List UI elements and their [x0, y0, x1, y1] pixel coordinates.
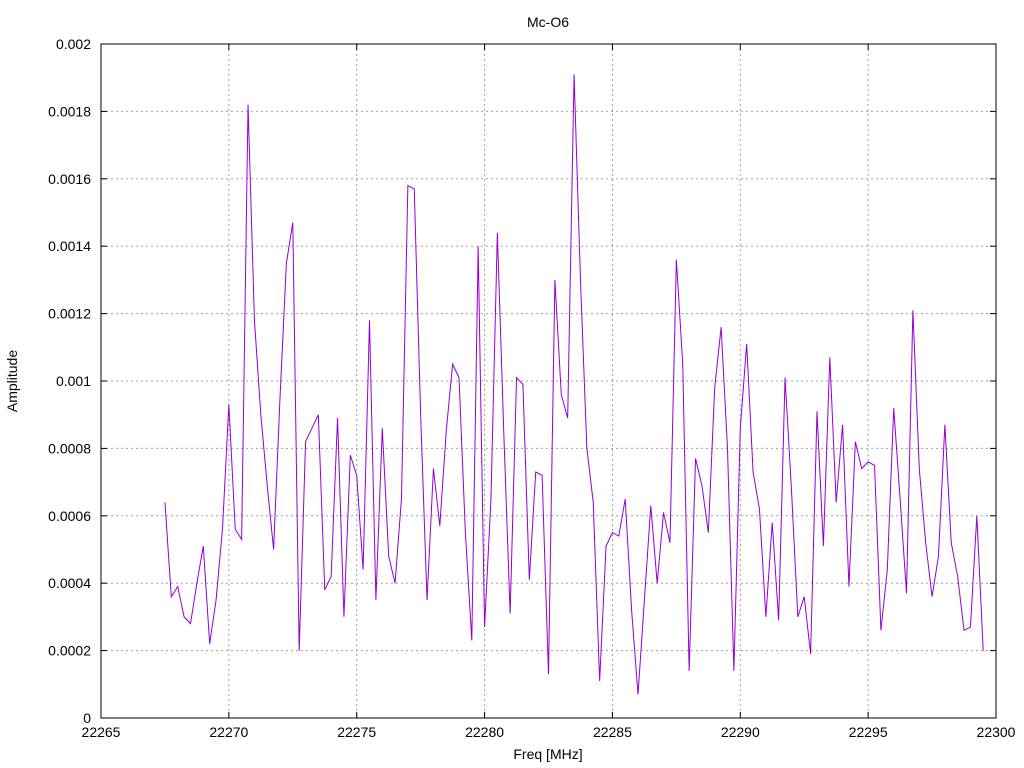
y-tick-label: 0.0018: [48, 103, 91, 119]
y-tick-label: 0.002: [56, 36, 91, 52]
x-tick-label: 22295: [849, 724, 888, 740]
x-axis-label: Freq [MHz]: [513, 746, 582, 762]
grid-lines: [101, 44, 996, 718]
y-tick-label: 0.0008: [48, 440, 91, 456]
line-chart: 22265 22270 22275 22280 22285 22290 22295 22300…: [4, 14, 1016, 762]
y-tick-label: 0.0004: [48, 575, 91, 591]
x-tick-label: 22290: [721, 724, 760, 740]
x-axis-tick-labels: 22265 22270 22275 22280 22285 22290 22295 22300: [82, 724, 1016, 740]
series-group: [164, 74, 984, 695]
series-line: [164, 74, 984, 695]
x-tick-label: 22275: [337, 724, 376, 740]
y-tick-label: 0.001: [56, 373, 91, 389]
y-tick-label: 0.0016: [48, 171, 91, 187]
y-axis-tick-labels: 0 0.0002 0.0004 0.0006 0.0008 0.001 0.0012 0.00…: [48, 36, 91, 726]
x-tick-label: 22285: [593, 724, 632, 740]
y-tick-label: 0: [83, 710, 91, 726]
chart-title: Mc-O6: [527, 14, 569, 30]
x-tick-label: 22280: [465, 724, 504, 740]
y-tick-label: 0.0012: [48, 306, 91, 322]
y-tick-label: 0.0014: [48, 238, 91, 254]
y-tick-label: 0.0006: [48, 508, 91, 524]
y-tick-label: 0.0002: [48, 643, 91, 659]
x-tick-label: 22300: [977, 724, 1016, 740]
y-axis-label: Amplitude: [4, 350, 20, 412]
x-tick-label: 22265: [82, 724, 121, 740]
x-tick-label: 22270: [209, 724, 248, 740]
